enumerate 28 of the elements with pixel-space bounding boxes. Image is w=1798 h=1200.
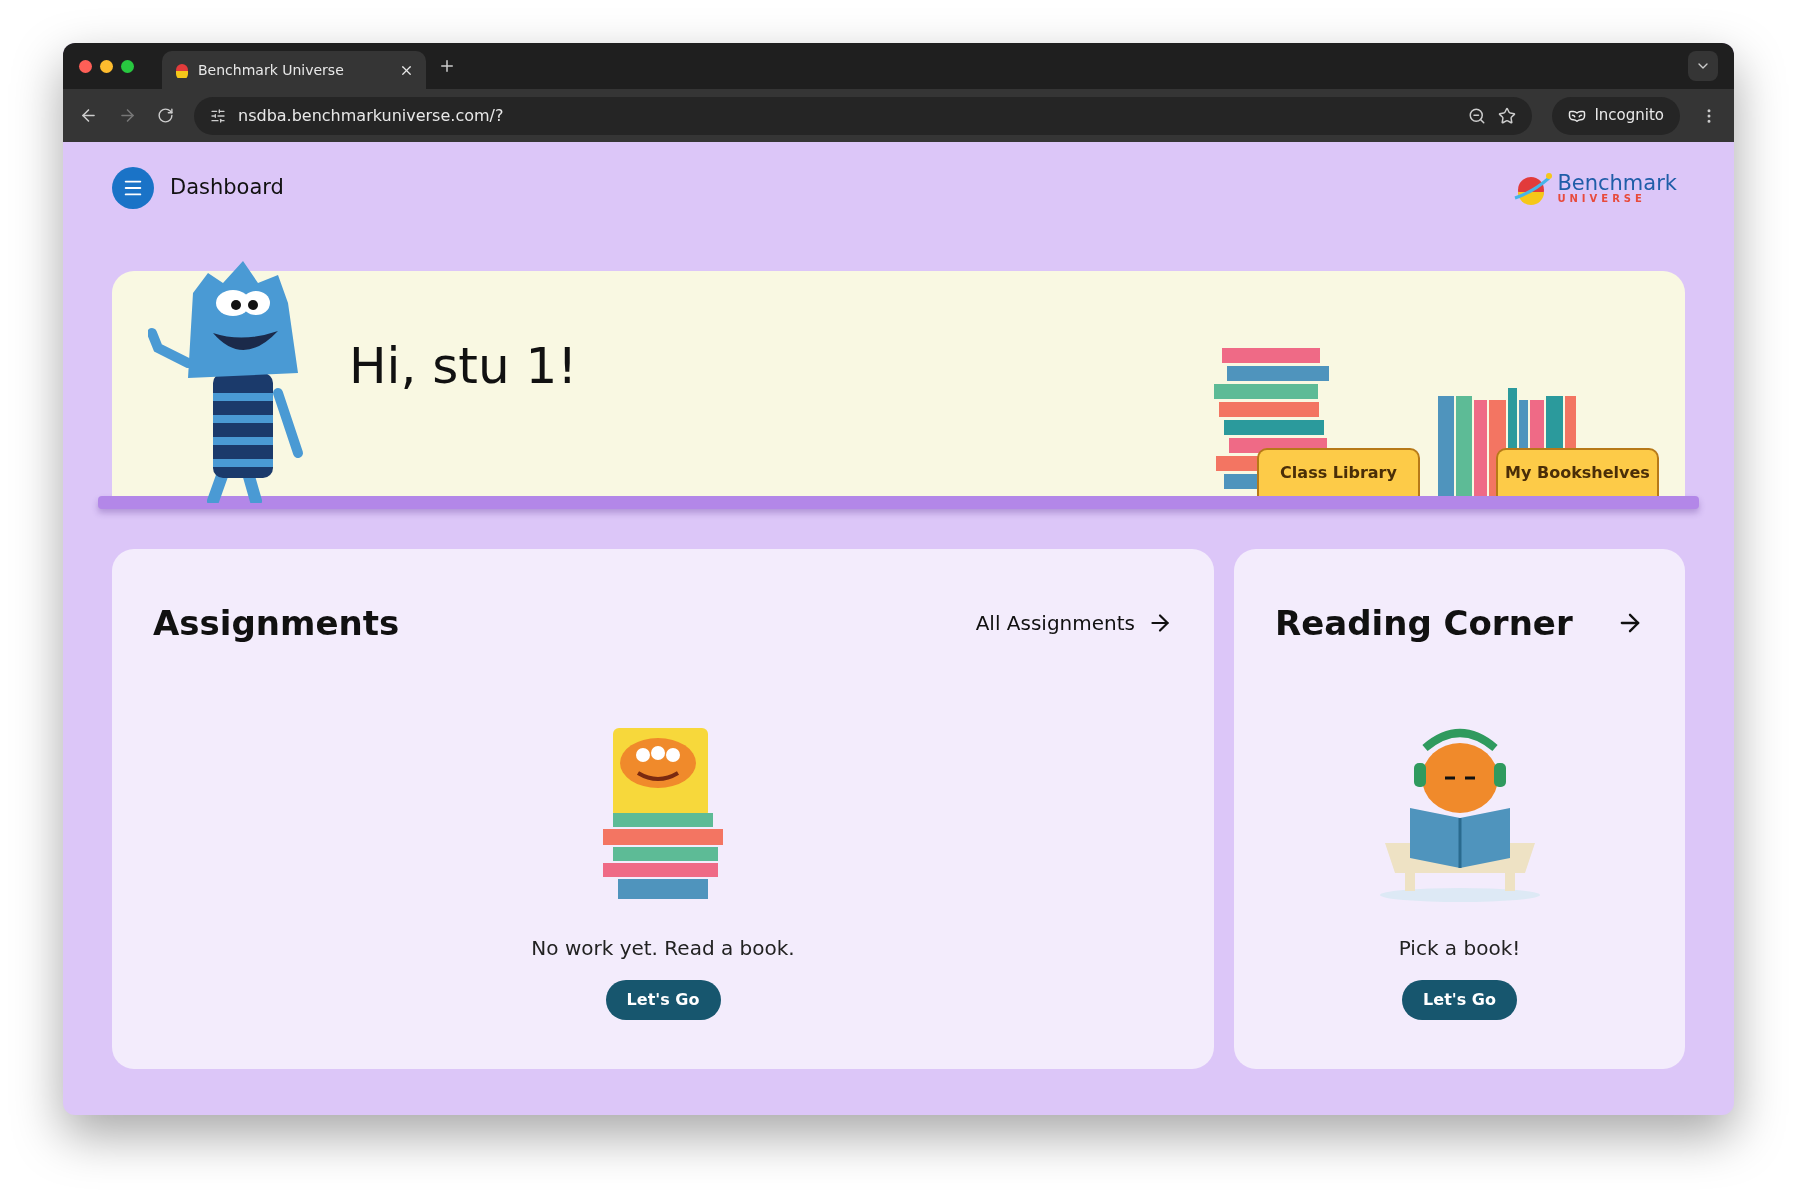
site-favicon-icon [174, 62, 190, 78]
lets-go-button[interactable]: Let's Go [605, 980, 721, 1020]
lets-go-button[interactable]: Let's Go [1402, 980, 1517, 1020]
maximize-window-icon[interactable] [121, 59, 134, 73]
class-library-button[interactable]: Class Library [1257, 448, 1420, 496]
empty-message: Pick a book! [1398, 935, 1521, 962]
back-icon[interactable] [79, 106, 98, 125]
minimize-window-icon[interactable] [100, 59, 113, 73]
card-title: Reading Corner [1275, 601, 1573, 645]
close-window-icon[interactable] [79, 59, 92, 73]
card-title: Assignments [153, 601, 400, 645]
new-tab-icon[interactable] [438, 57, 456, 75]
incognito-badge[interactable]: Incognito [1552, 96, 1680, 135]
reload-icon[interactable] [157, 107, 174, 124]
page-title: Dashboard [170, 174, 284, 202]
all-assignments-link[interactable]: All Assignments [975, 608, 1173, 638]
zoom-icon [1468, 106, 1487, 125]
site-settings-icon [210, 107, 226, 124]
forward-icon[interactable] [118, 106, 137, 125]
address-bar[interactable]: nsdba.benchmarkuniverse.com/? [194, 96, 1533, 135]
my-bookshelves-button[interactable]: My Bookshelves [1496, 448, 1659, 496]
benchmark-logo: Benchmark UNIVERSE [1513, 170, 1677, 206]
greeting: Hi, stu 1! [349, 336, 578, 397]
empty-message: No work yet. Read a book. [531, 935, 795, 962]
tab-list-button[interactable] [1688, 51, 1718, 81]
browser-tab[interactable]: Benchmark Universe [162, 51, 426, 89]
menu-button[interactable] [112, 167, 154, 209]
bookmark-star-icon [1498, 106, 1517, 125]
